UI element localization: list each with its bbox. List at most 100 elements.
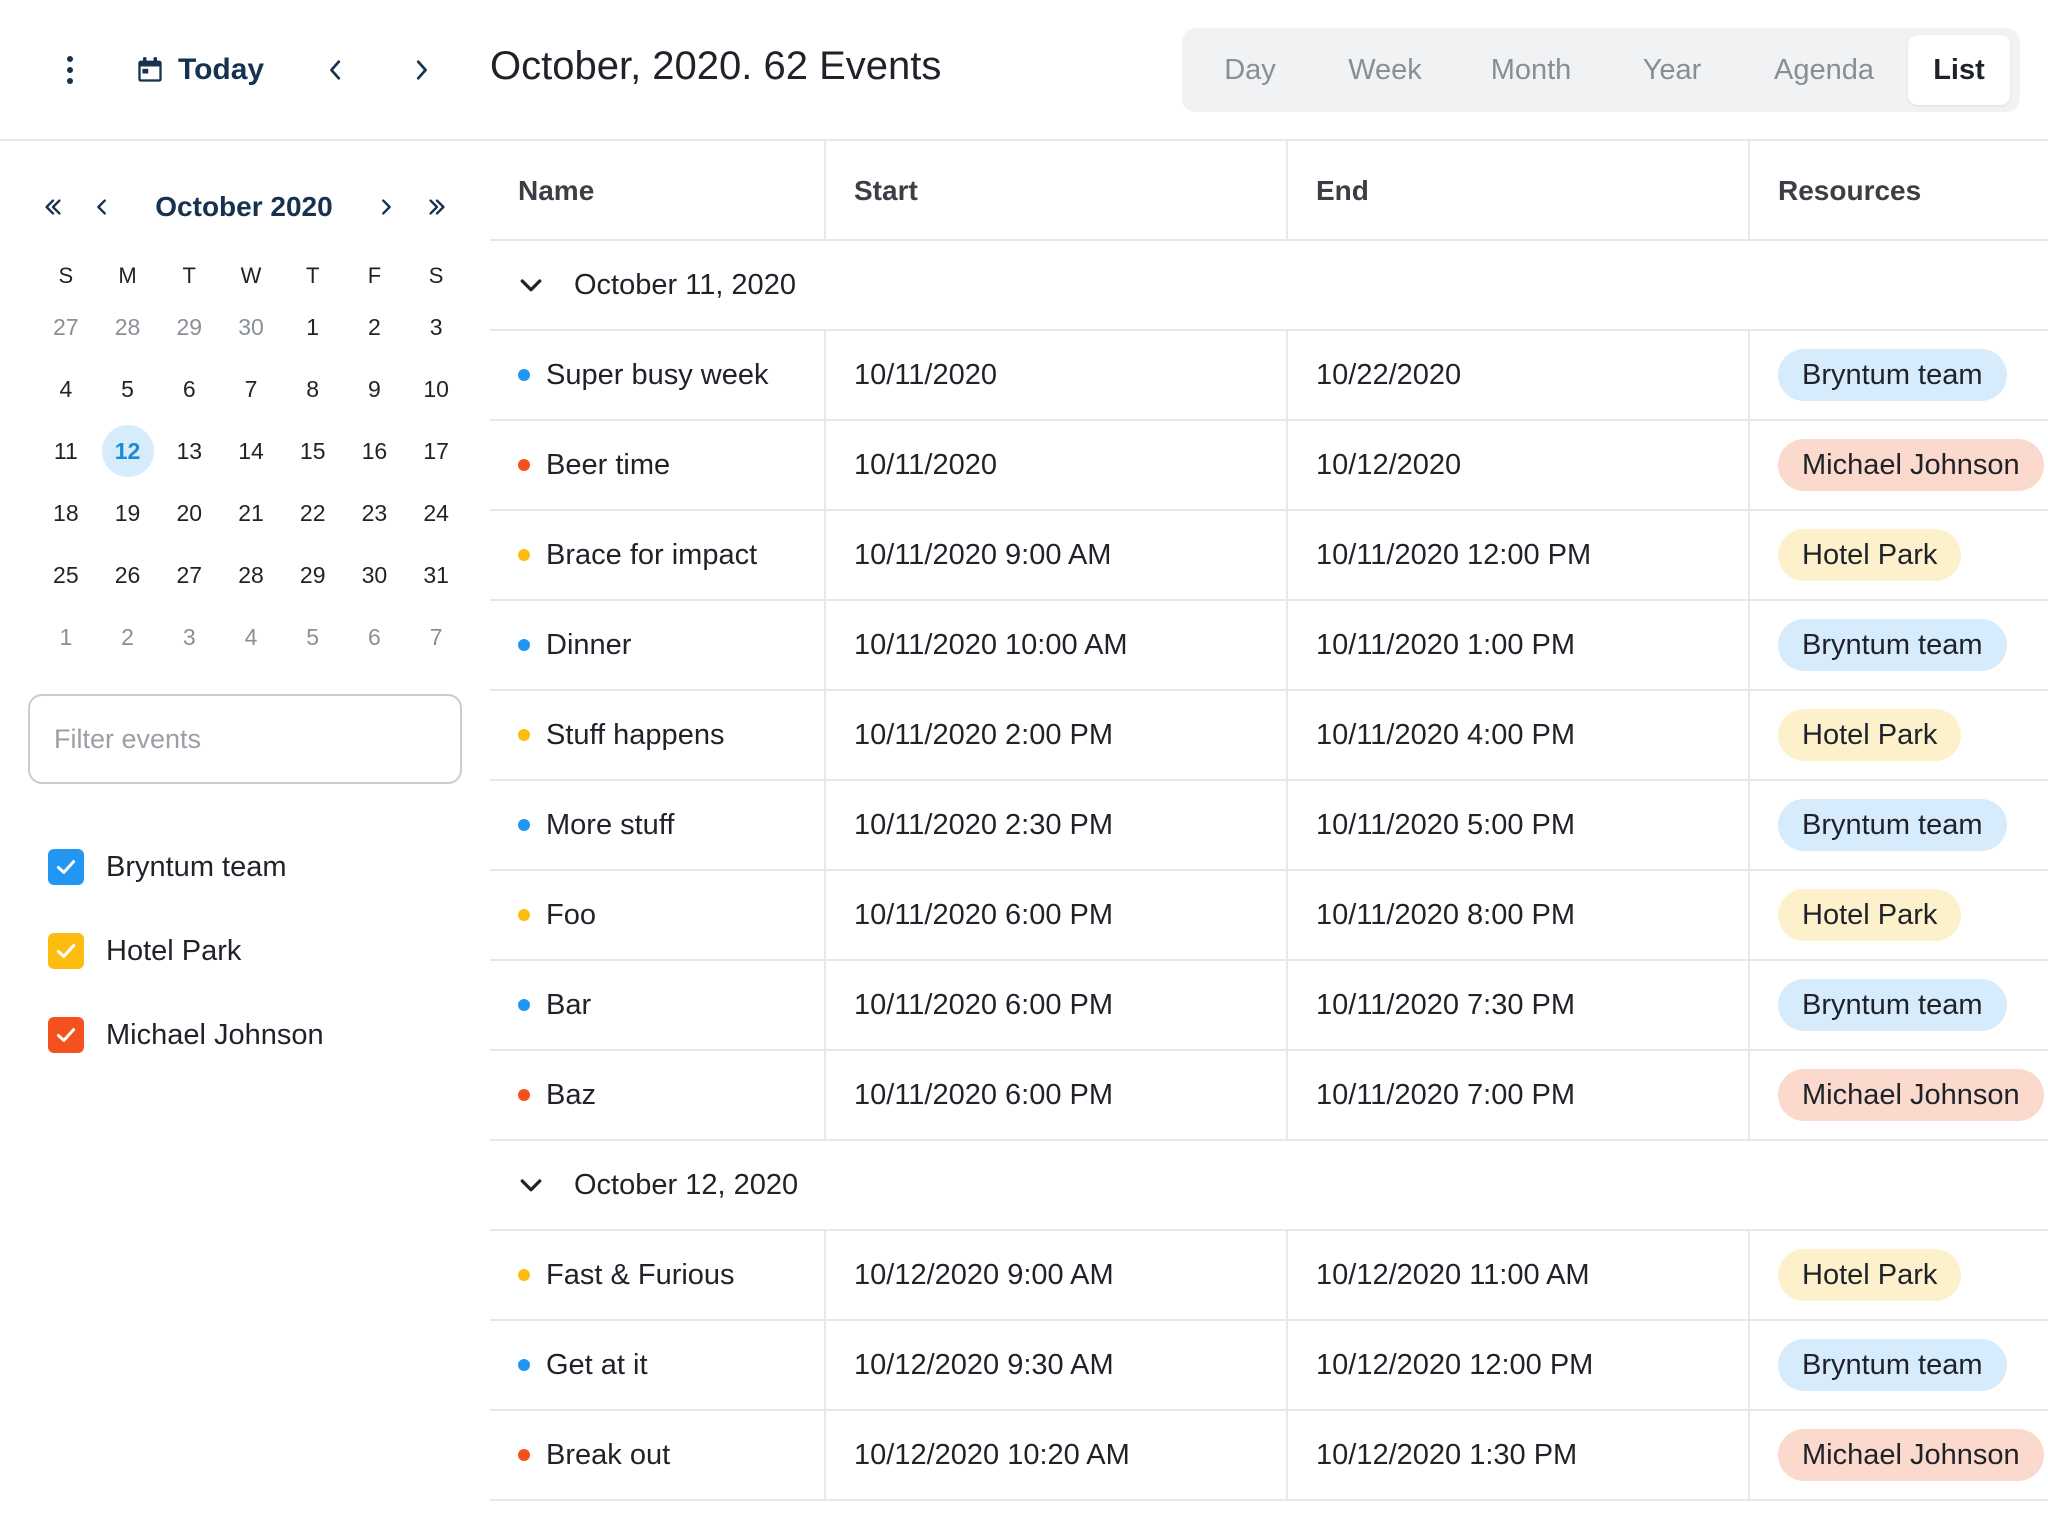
calendar-day[interactable]: 27 <box>163 549 215 601</box>
calendar-day[interactable]: 2 <box>348 301 400 353</box>
calendar-day[interactable]: 5 <box>287 611 339 663</box>
next-period-button[interactable] <box>401 50 441 90</box>
column-header-name[interactable]: Name <box>490 141 826 241</box>
event-end-cell: 10/11/2020 7:00 PM <box>1288 1051 1750 1139</box>
calendar-day[interactable]: 25 <box>40 549 92 601</box>
calendar-day[interactable]: 15 <box>287 425 339 477</box>
event-row[interactable]: Dinner 10/11/2020 10:00 AM 10/11/2020 1:00… <box>490 601 2048 691</box>
calendar-day[interactable]: 10 <box>410 363 462 415</box>
chevron-down-icon[interactable] <box>516 1171 546 1201</box>
event-resource-cell: Bryntum team <box>1750 331 2048 419</box>
calendar-day[interactable]: 29 <box>287 549 339 601</box>
resource-chip: Hotel Park <box>1778 889 1962 941</box>
calendar-day[interactable]: 5 <box>102 363 154 415</box>
today-button[interactable]: Today <box>136 46 264 94</box>
view-agenda-button[interactable]: Agenda <box>1740 35 1908 105</box>
column-header-end[interactable]: End <box>1288 141 1750 241</box>
page-title: October, 2020. 62 Events <box>490 44 942 88</box>
day-of-week-label: W <box>240 263 262 288</box>
calendar-day[interactable]: 26 <box>102 549 154 601</box>
calendar-day[interactable]: 9 <box>348 363 400 415</box>
calendar-day[interactable]: 4 <box>40 363 92 415</box>
view-week-button[interactable]: Week <box>1312 35 1458 105</box>
calendar-day[interactable]: 23 <box>348 487 400 539</box>
event-start-cell: 10/12/2020 9:30 AM <box>826 1321 1288 1409</box>
calendar-day[interactable]: 7 <box>410 611 462 663</box>
event-start-cell: 10/11/2020 2:00 PM <box>826 691 1288 779</box>
event-name: Dinner <box>546 628 632 661</box>
calendar-day-selected[interactable]: 12 <box>101 425 154 477</box>
calendar-day[interactable]: 20 <box>163 487 215 539</box>
column-header-start[interactable]: Start <box>826 141 1288 241</box>
calendar-day[interactable]: 29 <box>163 301 215 353</box>
calendar-day[interactable]: 24 <box>410 487 462 539</box>
calendar-day[interactable]: 1 <box>40 611 92 663</box>
resource-filter-item[interactable]: Bryntum team <box>48 825 324 909</box>
event-row[interactable]: Bar 10/11/2020 6:00 PM 10/11/2020 7:30 PM B… <box>490 961 2048 1051</box>
view-month-button[interactable]: Month <box>1458 35 1604 105</box>
calendar-day[interactable]: 14 <box>225 425 277 477</box>
calendar-day[interactable]: 22 <box>287 487 339 539</box>
event-start-cell: 10/11/2020 2:30 PM <box>826 781 1288 869</box>
calendar-day[interactable]: 18 <box>40 487 92 539</box>
calendar-day[interactable]: 17 <box>410 425 462 477</box>
event-row[interactable]: Beer time 10/11/2020 10/12/2020 Michael Joh… <box>490 421 2048 511</box>
calendar-day[interactable]: 6 <box>348 611 400 663</box>
calendar-day[interactable]: 4 <box>225 611 277 663</box>
calendar-day[interactable]: 16 <box>348 425 400 477</box>
checkbox-checked-icon[interactable] <box>48 849 84 885</box>
next-year-button[interactable] <box>419 189 455 225</box>
event-row[interactable]: Break out 10/12/2020 10:20 AM 10/12/2020 1… <box>490 1411 2048 1501</box>
group-header-row[interactable]: October 12, 2020 <box>490 1141 2048 1231</box>
calendar-day[interactable]: 8 <box>287 363 339 415</box>
group-title: October 12, 2020 <box>574 1168 799 1201</box>
calendar-day[interactable]: 28 <box>225 549 277 601</box>
event-row[interactable]: Baz 10/11/2020 6:00 PM 10/11/2020 7:00 PM M… <box>490 1051 2048 1141</box>
view-list-button[interactable]: List <box>1908 35 2010 105</box>
more-vertical-icon[interactable] <box>50 50 90 90</box>
date-picker-header: October 2020 <box>0 181 488 231</box>
calendar-day[interactable]: 21 <box>225 487 277 539</box>
calendar-day[interactable]: 19 <box>102 487 154 539</box>
event-row[interactable]: Get at it 10/12/2020 9:30 AM 10/12/2020 12… <box>490 1321 2048 1411</box>
calendar-day[interactable]: 3 <box>163 611 215 663</box>
event-start-cell: 10/12/2020 9:00 AM <box>826 1231 1288 1319</box>
event-row[interactable]: More stuff 10/11/2020 2:30 PM 10/11/2020 5… <box>490 781 2048 871</box>
chevron-down-icon[interactable] <box>516 271 546 301</box>
event-name-cell: More stuff <box>490 781 826 869</box>
view-year-button[interactable]: Year <box>1604 35 1740 105</box>
calendar-day[interactable]: 31 <box>410 549 462 601</box>
resource-filter-item[interactable]: Michael Johnson <box>48 993 324 1077</box>
checkbox-checked-icon[interactable] <box>48 1017 84 1053</box>
event-end-cell: 10/11/2020 12:00 PM <box>1288 511 1750 599</box>
previous-period-button[interactable] <box>316 50 356 90</box>
calendar-day[interactable]: 3 <box>410 301 462 353</box>
calendar-day[interactable]: 2 <box>102 611 154 663</box>
group-header-row[interactable]: October 11, 2020 <box>490 241 2048 331</box>
calendar-day[interactable]: 30 <box>348 549 400 601</box>
calendar-day[interactable]: 27 <box>40 301 92 353</box>
calendar-day[interactable]: 1 <box>287 301 339 353</box>
event-row[interactable]: Stuff happens 10/11/2020 2:00 PM 10/11/202… <box>490 691 2048 781</box>
event-resource-cell: Michael Johnson <box>1750 1411 2048 1499</box>
event-name: Beer time <box>546 448 671 481</box>
calendar-day[interactable]: 13 <box>163 425 215 477</box>
event-row[interactable]: Super busy week 10/11/2020 10/22/2020 Brynt… <box>490 331 2048 421</box>
event-row[interactable]: Brace for impact 10/11/2020 9:00 AM 10/11/… <box>490 511 2048 601</box>
sidebar: October 2020 SMTWTFS 27 28 29 30 1 2 3 4 5 6 7 8 9 10… <box>0 141 488 1536</box>
calendar-day[interactable]: 11 <box>40 425 92 477</box>
calendar-day[interactable]: 6 <box>163 363 215 415</box>
next-month-button[interactable] <box>368 189 404 225</box>
date-picker-month: October 2020 <box>155 191 333 222</box>
calendar-day[interactable]: 30 <box>225 301 277 353</box>
event-row[interactable]: Foo 10/11/2020 6:00 PM 10/11/2020 8:00 PM H… <box>490 871 2048 961</box>
event-name: More stuff <box>546 808 675 841</box>
filter-events-input[interactable] <box>28 694 462 784</box>
calendar-day[interactable]: 7 <box>225 363 277 415</box>
view-day-button[interactable]: Day <box>1188 35 1312 105</box>
column-header-resources[interactable]: Resources <box>1750 141 2048 241</box>
calendar-day[interactable]: 28 <box>102 301 154 353</box>
event-row[interactable]: Fast & Furious 10/12/2020 9:00 AM 10/12/20… <box>490 1231 2048 1321</box>
resource-filter-item[interactable]: Hotel Park <box>48 909 324 993</box>
checkbox-checked-icon[interactable] <box>48 933 84 969</box>
